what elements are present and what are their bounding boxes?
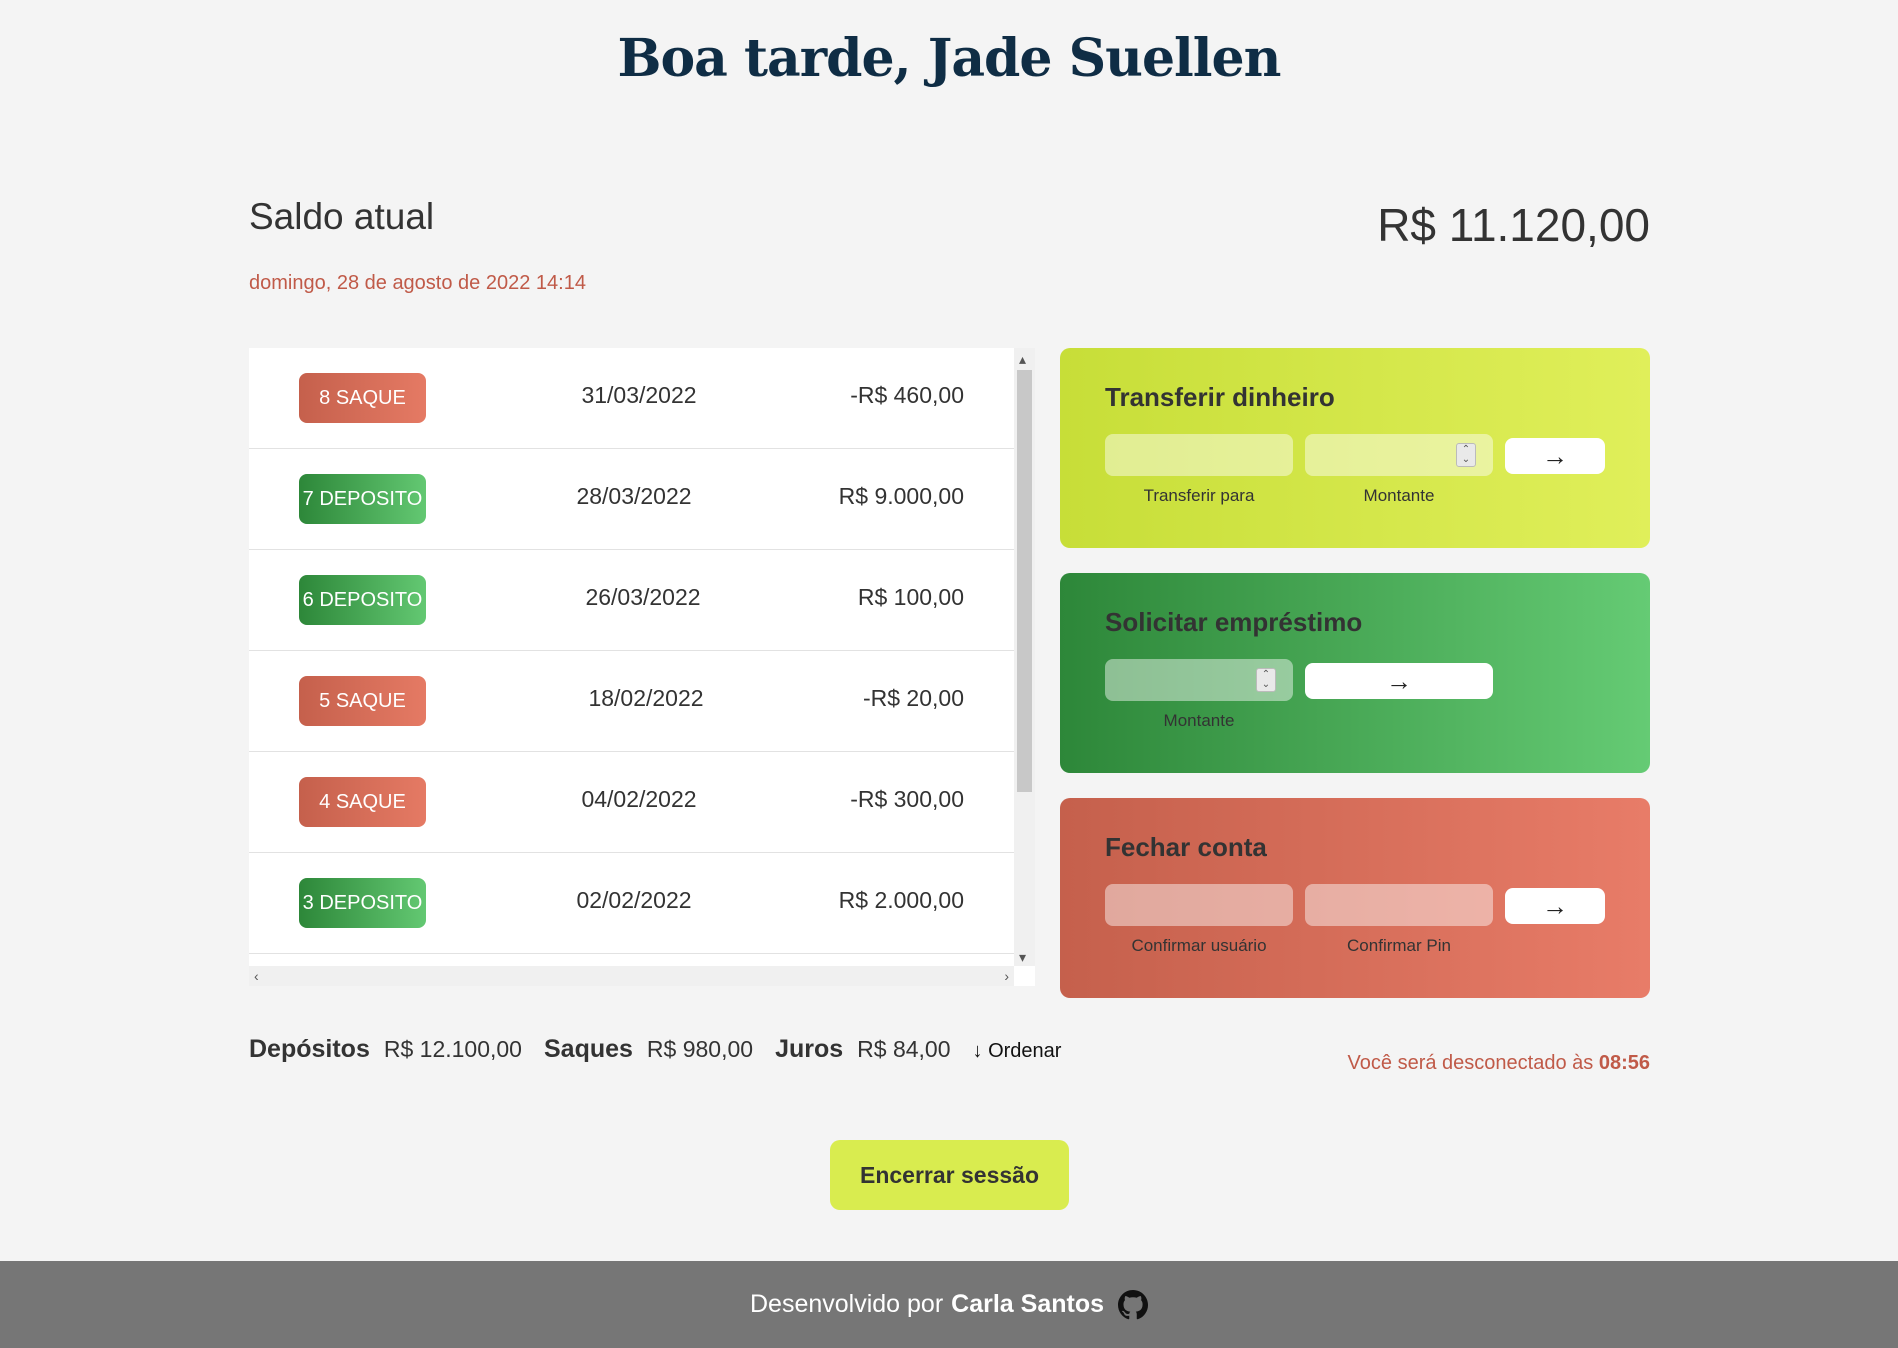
movement-type-badge: 3 DEPOSITO (299, 878, 426, 928)
logout-timer-text: Você será desconectado às (1347, 1052, 1594, 1074)
scroll-down-arrow-icon[interactable]: ▾ (1019, 950, 1026, 964)
movement-type-badge: 6 DEPOSITO (299, 575, 426, 625)
transfer-amount-label: Montante (1363, 486, 1435, 505)
movement-type-badge: 5 SAQUE (299, 676, 426, 726)
scroll-right-arrow-icon[interactable]: › (1004, 969, 1009, 983)
close-account-title: Fechar conta (1105, 832, 1267, 862)
sort-button[interactable]: ↓ Ordenar (973, 1040, 1062, 1063)
vertical-scrollbar[interactable]: ▴ ▾ (1014, 348, 1035, 966)
movement-value: -R$ 20,00 (862, 685, 964, 711)
movement-date: 18/02/2022 (588, 685, 704, 711)
close-user-label: Confirmar usuário (1131, 936, 1267, 955)
summary-interest-value: R$ 84,00 (857, 1036, 951, 1062)
scrollbar-thumb[interactable] (1017, 370, 1032, 792)
movement-value: R$ 2.000,00 (838, 887, 964, 913)
movement-row: 7 DEPOSITO 28/03/2022 R$ 9.000,00 (249, 449, 1014, 550)
summary-withdrawals-value: R$ 980,00 (646, 1036, 754, 1062)
close-user-input[interactable] (1105, 884, 1293, 926)
close-pin-input[interactable] (1305, 884, 1493, 926)
movement-value: R$ 100,00 (857, 584, 964, 610)
movement-type-badge: 8 SAQUE (299, 373, 426, 423)
movement-date: 28/03/2022 (576, 483, 692, 509)
movement-date: 31/03/2022 (581, 382, 697, 408)
transfer-amount-spinner-icon[interactable]: ⌃ ⌄ (1456, 443, 1476, 467)
transfer-to-label: Transferir para (1143, 486, 1255, 505)
horizontal-scrollbar[interactable]: ‹ › (249, 966, 1014, 986)
movements-panel[interactable]: 8 SAQUE 31/03/2022 -R$ 460,00 7 DEPOSITO… (249, 348, 1035, 986)
movement-row: 4 SAQUE 04/02/2022 -R$ 300,00 (249, 752, 1014, 853)
loan-card: Solicitar empréstimo ⌃ ⌄ → Montante (1060, 573, 1650, 773)
close-account-card: Fechar conta → Confirmar usuário Confirm… (1060, 798, 1650, 998)
scroll-up-arrow-icon[interactable]: ▴ (1019, 352, 1026, 366)
summary-deposits-value: R$ 12.100,00 (383, 1036, 522, 1062)
close-account-submit-button[interactable]: → (1505, 888, 1605, 924)
movement-value: -R$ 300,00 (850, 786, 964, 812)
footer: Desenvolvido por Carla Santos (0, 1261, 1898, 1348)
balance-value: R$ 11.120,00 (1377, 199, 1650, 251)
loan-amount-label: Montante (1163, 711, 1235, 730)
footer-author[interactable]: Carla Santos (951, 1290, 1104, 1319)
movement-value: -R$ 460,00 (850, 382, 964, 408)
movement-row: 6 DEPOSITO 26/03/2022 R$ 100,00 (249, 550, 1014, 651)
transfer-to-input[interactable] (1105, 434, 1293, 476)
movement-type-badge: 7 DEPOSITO (299, 474, 426, 524)
movement-type-badge: 4 SAQUE (299, 777, 426, 827)
loan-title: Solicitar empréstimo (1105, 607, 1363, 637)
movement-date: 26/03/2022 (585, 584, 701, 610)
transfer-submit-button[interactable]: → (1505, 438, 1605, 474)
transfer-title: Transferir dinheiro (1105, 382, 1335, 412)
footer-prefix: Desenvolvido por (749, 1290, 944, 1318)
summary-interest-label: Juros (775, 1035, 844, 1063)
movement-row: 8 SAQUE 31/03/2022 -R$ 460,00 (249, 348, 1014, 449)
movements-list: 8 SAQUE 31/03/2022 -R$ 460,00 7 DEPOSITO… (249, 348, 1014, 966)
summary-bar: Depósitos R$ 12.100,00 Saques R$ 980,00 … (249, 1035, 1061, 1064)
movement-value: R$ 9.000,00 (838, 483, 964, 509)
movement-row: 5 SAQUE 18/02/2022 -R$ 20,00 (249, 651, 1014, 752)
balance-date: domingo, 28 de agosto de 2022 14:14 (249, 272, 586, 294)
end-session-button[interactable]: Encerrar sessão (830, 1140, 1069, 1210)
loan-amount-spinner-icon[interactable]: ⌃ ⌄ (1256, 668, 1276, 692)
logout-timer-value: 08:56 (1598, 1052, 1650, 1074)
greeting-title: Boa tarde, Jade Suellen (617, 28, 1282, 89)
summary-withdrawals-label: Saques (543, 1035, 633, 1063)
close-pin-label: Confirmar Pin (1347, 936, 1451, 955)
movement-row: 3 DEPOSITO 02/02/2022 R$ 2.000,00 (249, 853, 1014, 954)
loan-submit-button[interactable]: → (1305, 663, 1493, 699)
github-icon[interactable] (1118, 1289, 1148, 1320)
summary-deposits-label: Depósitos (249, 1035, 370, 1063)
balance-label: Saldo atual (249, 196, 435, 237)
logout-timer: Você será desconectado às 08:56 (1348, 1052, 1650, 1075)
movement-date: 02/02/2022 (576, 887, 692, 913)
movement-date: 04/02/2022 (581, 786, 697, 812)
transfer-card: Transferir dinheiro ⌃ ⌄ → Transferir para… (1060, 348, 1650, 548)
scroll-left-arrow-icon[interactable]: ‹ (254, 969, 259, 983)
